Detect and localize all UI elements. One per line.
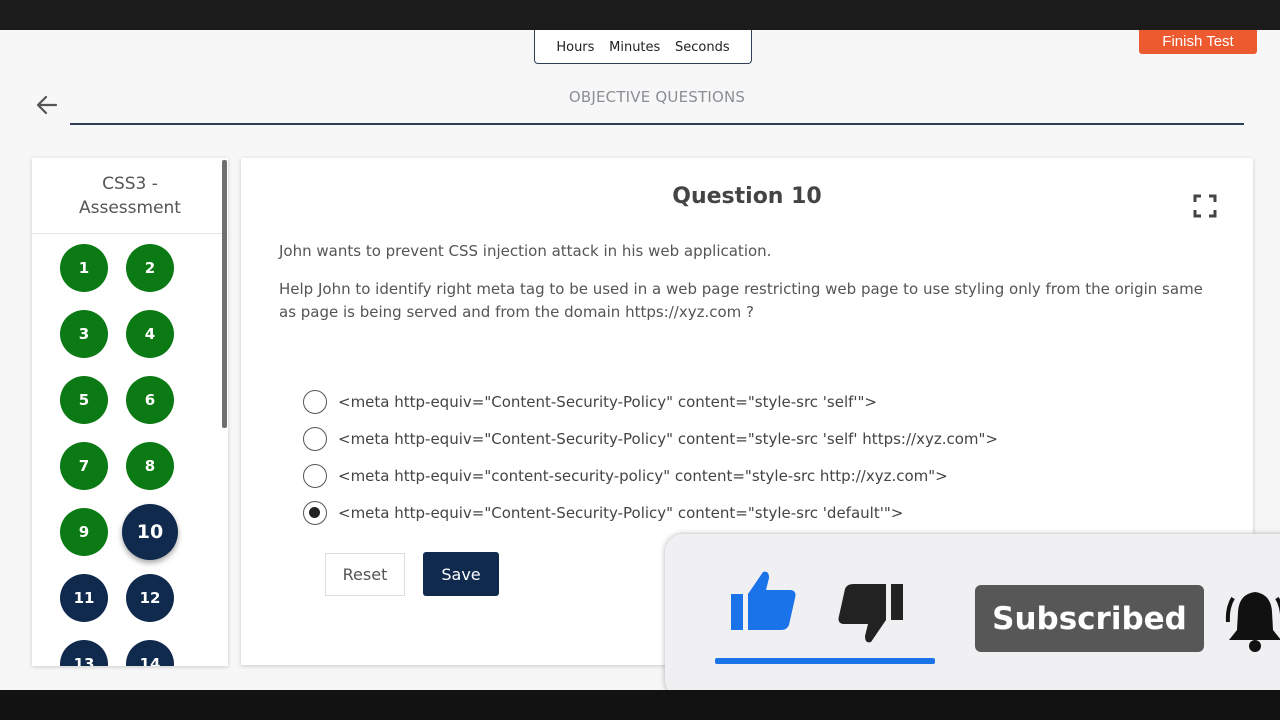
question-nav-6[interactable]: 6 bbox=[126, 376, 174, 424]
hours-label: Hours bbox=[556, 40, 595, 55]
thumbs-up-icon[interactable] bbox=[731, 570, 797, 632]
question-navigator: CSS3 - Assessment 1 2 3 4 5 6 7 8 9 10 11 12 13 14 bbox=[32, 158, 228, 666]
question-nav-3[interactable]: 3 bbox=[60, 310, 108, 358]
subscribed-button[interactable]: Subscribed bbox=[975, 585, 1204, 652]
question-nav-9[interactable]: 9 bbox=[60, 508, 108, 556]
answer-option-label: <meta http-equiv="Content-Security-Polic… bbox=[338, 503, 904, 522]
question-text-body: Help John to identify right meta tag to … bbox=[279, 280, 1203, 321]
question-nav-11[interactable]: 11 bbox=[60, 574, 108, 622]
answer-option-2[interactable]: <meta http-equiv="Content-Security-Polic… bbox=[303, 420, 998, 457]
save-button[interactable]: Save bbox=[423, 552, 499, 596]
question-nav-8[interactable]: 8 bbox=[126, 442, 174, 490]
question-title: Question 10 bbox=[672, 184, 822, 209]
answer-option-label: <meta http-equiv="content-security-polic… bbox=[338, 466, 948, 485]
section-title: OBJECTIVE QUESTIONS bbox=[568, 88, 746, 106]
reset-button[interactable]: Reset bbox=[325, 553, 405, 596]
question-nav-14[interactable]: 14 bbox=[126, 640, 174, 666]
answer-options: <meta http-equiv="Content-Security-Polic… bbox=[303, 383, 998, 531]
radio-button[interactable] bbox=[303, 389, 327, 414]
finish-test-button[interactable]: Finish Test bbox=[1139, 30, 1257, 54]
question-nav-13[interactable]: 13 bbox=[60, 640, 108, 666]
navigator-scrollbar[interactable] bbox=[222, 160, 227, 428]
seconds-label: Seconds bbox=[675, 40, 730, 55]
assessment-title: CSS3 - Assessment bbox=[32, 158, 228, 234]
minutes-label: Minutes bbox=[609, 40, 661, 55]
question-nav-5[interactable]: 5 bbox=[60, 376, 108, 424]
countdown-timer: Hours Minutes Seconds bbox=[534, 30, 752, 64]
header-divider bbox=[70, 123, 1244, 125]
radio-button[interactable] bbox=[303, 426, 327, 451]
question-nav-7[interactable]: 7 bbox=[60, 442, 108, 490]
video-bottom-bar bbox=[0, 690, 1280, 720]
bell-icon[interactable] bbox=[1225, 586, 1280, 656]
answer-option-label: <meta http-equiv="Content-Security-Polic… bbox=[338, 429, 998, 448]
radio-button[interactable] bbox=[303, 500, 327, 525]
question-nav-4[interactable]: 4 bbox=[126, 310, 174, 358]
radio-button[interactable] bbox=[303, 463, 327, 488]
answer-option-3[interactable]: <meta http-equiv="content-security-polic… bbox=[303, 457, 998, 494]
answer-option-label: <meta http-equiv="Content-Security-Polic… bbox=[338, 392, 878, 411]
question-nav-12[interactable]: 12 bbox=[126, 574, 174, 622]
fullscreen-icon[interactable] bbox=[1193, 194, 1217, 218]
answer-option-1[interactable]: <meta http-equiv="Content-Security-Polic… bbox=[303, 383, 998, 420]
question-nav-1[interactable]: 1 bbox=[60, 244, 108, 292]
subscribe-overlay: Subscribed bbox=[665, 534, 1280, 698]
question-text-intro: John wants to prevent CSS injection atta… bbox=[279, 242, 772, 260]
question-nav-2[interactable]: 2 bbox=[126, 244, 174, 292]
question-nav-10[interactable]: 10 bbox=[122, 504, 178, 560]
like-underline bbox=[715, 658, 935, 664]
thumbs-down-icon[interactable] bbox=[835, 582, 903, 644]
answer-option-4[interactable]: <meta http-equiv="Content-Security-Polic… bbox=[303, 494, 998, 531]
back-arrow-icon[interactable] bbox=[34, 92, 60, 118]
